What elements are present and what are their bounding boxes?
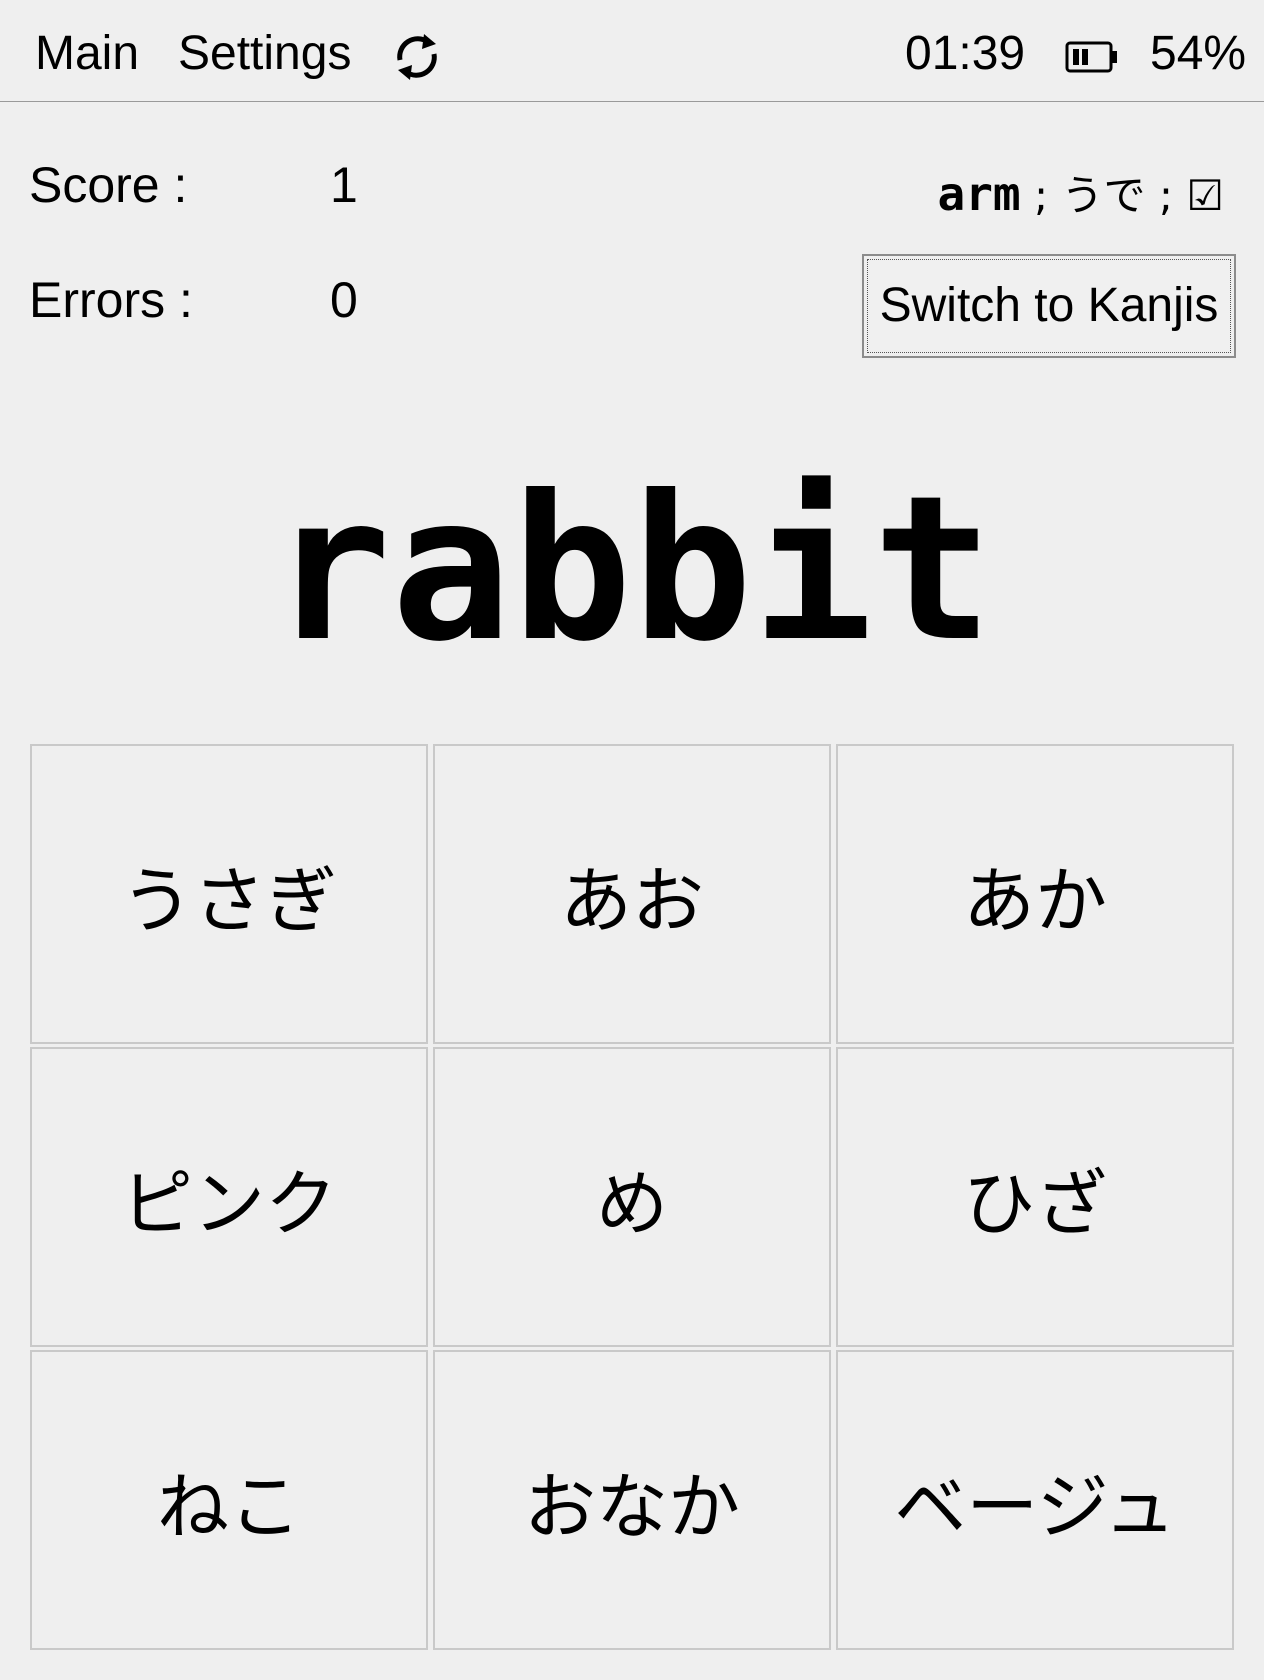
answer-choice[interactable]: ベージュ bbox=[836, 1350, 1234, 1650]
battery-percent: 54% bbox=[1150, 27, 1247, 80]
clock: 01:39 bbox=[905, 27, 1026, 80]
battery-icon bbox=[1065, 41, 1117, 73]
answer-grid: うさぎ あお あか ピンク め ひざ ねこ おなか ベージュ bbox=[30, 744, 1234, 1650]
answer-choice[interactable]: ピンク bbox=[30, 1047, 428, 1347]
answer-choice[interactable]: め bbox=[433, 1047, 831, 1347]
menu-settings[interactable]: Settings bbox=[178, 26, 351, 82]
menu-main[interactable]: Main bbox=[35, 26, 139, 82]
answer-choice[interactable]: ねこ bbox=[30, 1350, 428, 1650]
top-bar: Main Settings 01:39 54% bbox=[0, 0, 1264, 102]
answer-choice[interactable]: あか bbox=[836, 744, 1234, 1044]
answer-choice[interactable]: あお bbox=[433, 744, 831, 1044]
switch-to-kanjis-button[interactable]: Switch to Kanjis bbox=[862, 254, 1236, 358]
answer-choice[interactable]: うさぎ bbox=[30, 744, 428, 1044]
score-value: 1 bbox=[330, 157, 358, 213]
question-word: rabbit bbox=[270, 453, 994, 686]
errors-value: 0 bbox=[330, 272, 358, 328]
answer-choice[interactable]: ひざ bbox=[836, 1047, 1234, 1347]
last-answer-word: arm bbox=[937, 167, 1021, 221]
score-label: Score : bbox=[29, 157, 188, 213]
last-answer: arm ; うで ; ☑ bbox=[938, 164, 1224, 226]
refresh-icon[interactable] bbox=[390, 30, 444, 84]
last-answer-detail: ; うで ; ☑ bbox=[1020, 171, 1224, 220]
errors-label: Errors : bbox=[29, 272, 193, 328]
answer-choice[interactable]: おなか bbox=[433, 1350, 831, 1650]
